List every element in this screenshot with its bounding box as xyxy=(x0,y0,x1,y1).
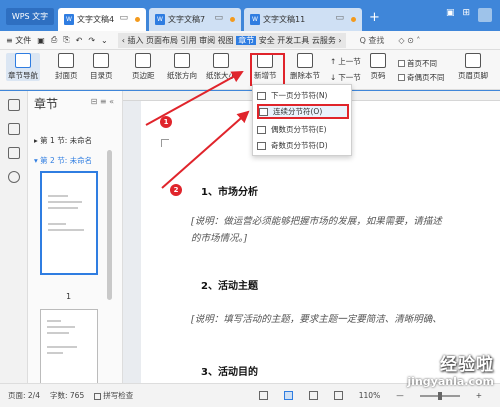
section-break-icon xyxy=(257,91,266,100)
web-view-icon[interactable] xyxy=(333,391,343,400)
zoom-slider-thumb[interactable] xyxy=(437,391,442,400)
watermark-url: jingyanla.com xyxy=(407,375,494,388)
arrow-2-icon xyxy=(161,110,250,189)
word-count[interactable]: 字数: 765 xyxy=(50,390,84,401)
step-badge-1: 1 xyxy=(160,116,172,128)
dropdown-item-continuous[interactable]: 连续分节符(O) xyxy=(257,104,349,119)
view-zoom-controls: 110% — + xyxy=(258,391,492,400)
section-break-icon xyxy=(259,107,268,116)
spell-check-toggle[interactable]: 拼写检查 xyxy=(94,390,143,401)
zoom-slider[interactable] xyxy=(419,391,460,400)
dropdown-item-label: 下一页分节符(N) xyxy=(271,91,328,100)
section-break-icon xyxy=(257,141,266,150)
zoom-in-button[interactable]: + xyxy=(476,391,482,400)
watermark-title: 经验啦 xyxy=(440,355,494,375)
dropdown-item-label: 连续分节符(O) xyxy=(273,107,323,116)
dropdown-item-even-page[interactable]: 偶数页分节符(E) xyxy=(257,122,349,137)
checkbox-icon xyxy=(94,392,102,400)
outline-view-icon[interactable] xyxy=(308,391,318,400)
zoom-out-button[interactable]: — xyxy=(396,391,404,400)
dropdown-item-label: 奇数页分节符(D) xyxy=(271,141,328,150)
annotation-arrows xyxy=(145,71,250,189)
step-badge-2: 2 xyxy=(170,184,182,196)
dropdown-item-odd-page[interactable]: 奇数页分节符(D) xyxy=(257,138,349,153)
page-view-icon[interactable] xyxy=(283,391,293,400)
spell-check-label: 拼写检查 xyxy=(103,391,134,400)
dropdown-item-next-page[interactable]: 下一页分节符(N) xyxy=(257,88,349,103)
eye-icon[interactable] xyxy=(258,391,268,400)
arrow-1-icon xyxy=(145,71,244,126)
zoom-level[interactable]: 110% xyxy=(359,391,380,400)
dropdown-item-label: 偶数页分节符(E) xyxy=(271,125,327,134)
new-section-dropdown: 下一页分节符(N) 连续分节符(O) 偶数页分节符(E) 奇数页分节符(D) xyxy=(252,84,352,156)
section-break-icon xyxy=(257,125,266,134)
page-indicator[interactable]: 页面: 2/4 xyxy=(8,390,40,401)
watermark: 经验啦 jingyanla.com xyxy=(407,350,494,388)
